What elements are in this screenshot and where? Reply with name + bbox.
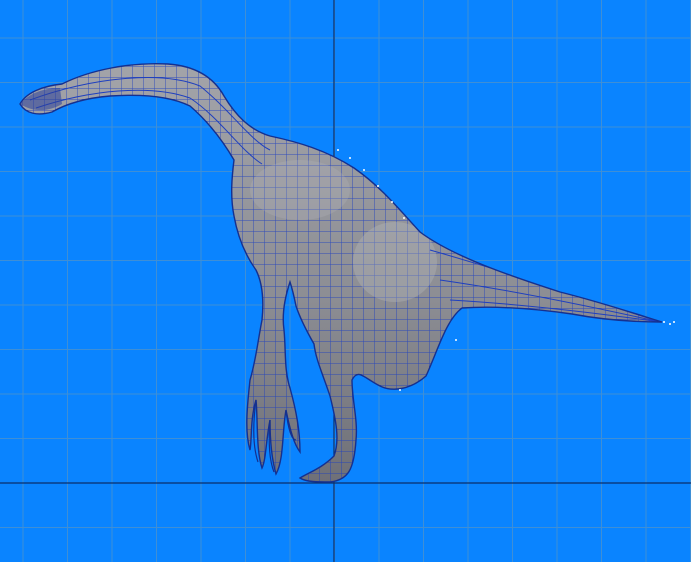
viewport-canvas[interactable] <box>0 0 691 562</box>
modeling-viewport[interactable] <box>0 0 691 562</box>
